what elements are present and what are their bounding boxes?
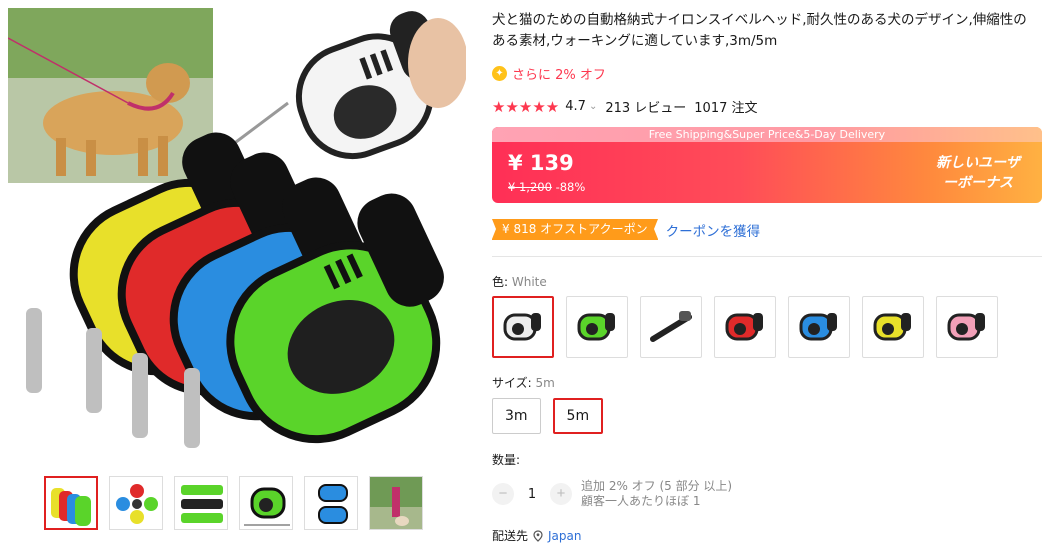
color-label-row: 色: White [492, 273, 547, 290]
thumb-colors-image [116, 484, 158, 524]
coupon-row: ¥ 818 オフストアクーポン クーポンを獲得 [492, 219, 760, 240]
yellow-leash-icon [873, 313, 911, 341]
rating-row: ★★★★★ 4.7 ⌄ 213 レビュー 1017 注文 [492, 97, 758, 117]
thumb-leashes-image [51, 488, 91, 526]
get-coupon-link[interactable]: クーポンを獲得 [666, 220, 761, 240]
star-rating-icons: ★★★★★ [492, 97, 560, 116]
quantity-note: 追加 2% オフ (5 部分 以上) 顧客一人あたりほぼ 1 [581, 479, 732, 509]
new-user-bonus[interactable]: 新しいユーザ ーボーナス [922, 153, 1034, 193]
thumb-walking-photo [370, 477, 422, 529]
location-pin-icon [533, 529, 543, 542]
thumbnail-4[interactable] [239, 476, 293, 530]
red-leash-icon [725, 313, 763, 341]
new-user-bonus-line2: ーボーナス [943, 175, 1013, 191]
current-price: ¥ 139 [508, 151, 574, 175]
size-options: 3m 5m [492, 398, 604, 434]
blue-leash-icon [799, 313, 837, 341]
coin-icon: ✦ [492, 66, 507, 81]
orders-count: 1017 注文 [694, 101, 758, 116]
discount-percent: -88% [555, 180, 586, 194]
color-selected-value: White [511, 275, 547, 289]
white-leash-icon [503, 313, 541, 341]
section-divider [492, 256, 1042, 257]
quantity-value[interactable]: 1 [514, 487, 550, 502]
thumbnail-1[interactable] [44, 476, 98, 530]
thumbnail-2[interactable] [109, 476, 163, 530]
quantity-label-row: 数量: [492, 451, 520, 468]
color-option-blue[interactable] [788, 296, 850, 358]
thumbnail-3[interactable] [174, 476, 228, 530]
purchase-limit-note: 顧客一人あたりほぼ 1 [581, 494, 701, 508]
shipping-location-link[interactable]: Japan [548, 529, 581, 543]
price-banner: Free Shipping&Super Price&5-Day Delivery… [492, 127, 1042, 203]
color-options [492, 296, 998, 358]
quantity-minus-button[interactable]: − [492, 483, 514, 505]
store-coupon-badge: ¥ 818 オフストアクーポン [492, 219, 658, 240]
quantity-label: 数量: [492, 453, 521, 467]
shipping-row: 配送先 Japan [492, 527, 581, 544]
color-option-white[interactable] [492, 296, 554, 358]
thumb-parts-image [181, 485, 223, 523]
size-label: サイズ: [492, 376, 532, 390]
extra-discount-row: ✦ さらに 2% オフ [492, 64, 606, 83]
product-title: 犬と猫のための自動格納式ナイロンスイベルヘッド,耐久性のある犬のデザイン,伸縮性… [492, 12, 1027, 49]
rating-value: 4.7 [565, 99, 586, 114]
bulk-discount-note: 追加 2% オフ (5 部分 以上) [581, 479, 733, 493]
green-leash-icon [577, 313, 615, 341]
size-label-row: サイズ: 5m [492, 374, 555, 391]
color-label: 色: [492, 275, 509, 289]
color-option-red[interactable] [714, 296, 776, 358]
size-selected-value: 5m [535, 376, 555, 390]
shipping-label: 配送先 [492, 529, 529, 543]
new-user-bonus-line1: 新しいユーザ [936, 155, 1020, 171]
main-product-image[interactable]: III III [8, 8, 466, 464]
delivery-banner: Free Shipping&Super Price&5-Day Delivery [492, 127, 1042, 142]
color-option-pink[interactable] [936, 296, 998, 358]
chevron-down-icon[interactable]: ⌄ [589, 101, 597, 112]
thumbnail-5[interactable] [304, 476, 358, 530]
original-price-row: ¥ 1,200 -88% [508, 180, 585, 194]
extra-discount-text: さらに 2% オフ [512, 68, 606, 83]
black-leash-icon [650, 311, 692, 342]
reviews-link[interactable]: 213 レビュー [605, 97, 686, 116]
thumbnail-strip [44, 476, 423, 530]
color-option-black[interactable] [640, 296, 702, 358]
quantity-plus-button[interactable]: + [550, 483, 572, 505]
thumbnail-6[interactable] [369, 476, 423, 530]
thumb-green-leash-image [244, 487, 290, 526]
color-option-green[interactable] [566, 296, 628, 358]
size-option-5m[interactable]: 5m [552, 398, 604, 434]
original-price: ¥ 1,200 [508, 180, 552, 194]
pink-leash-icon [947, 313, 985, 341]
size-option-3m[interactable]: 3m [492, 398, 541, 434]
color-option-yellow[interactable] [862, 296, 924, 358]
quantity-stepper: − 1 + 追加 2% オフ (5 部分 以上) 顧客一人あたりほぼ 1 [492, 479, 732, 509]
leash-product-illustration: III III [8, 8, 466, 448]
thumb-blue-leash-image [318, 484, 348, 524]
